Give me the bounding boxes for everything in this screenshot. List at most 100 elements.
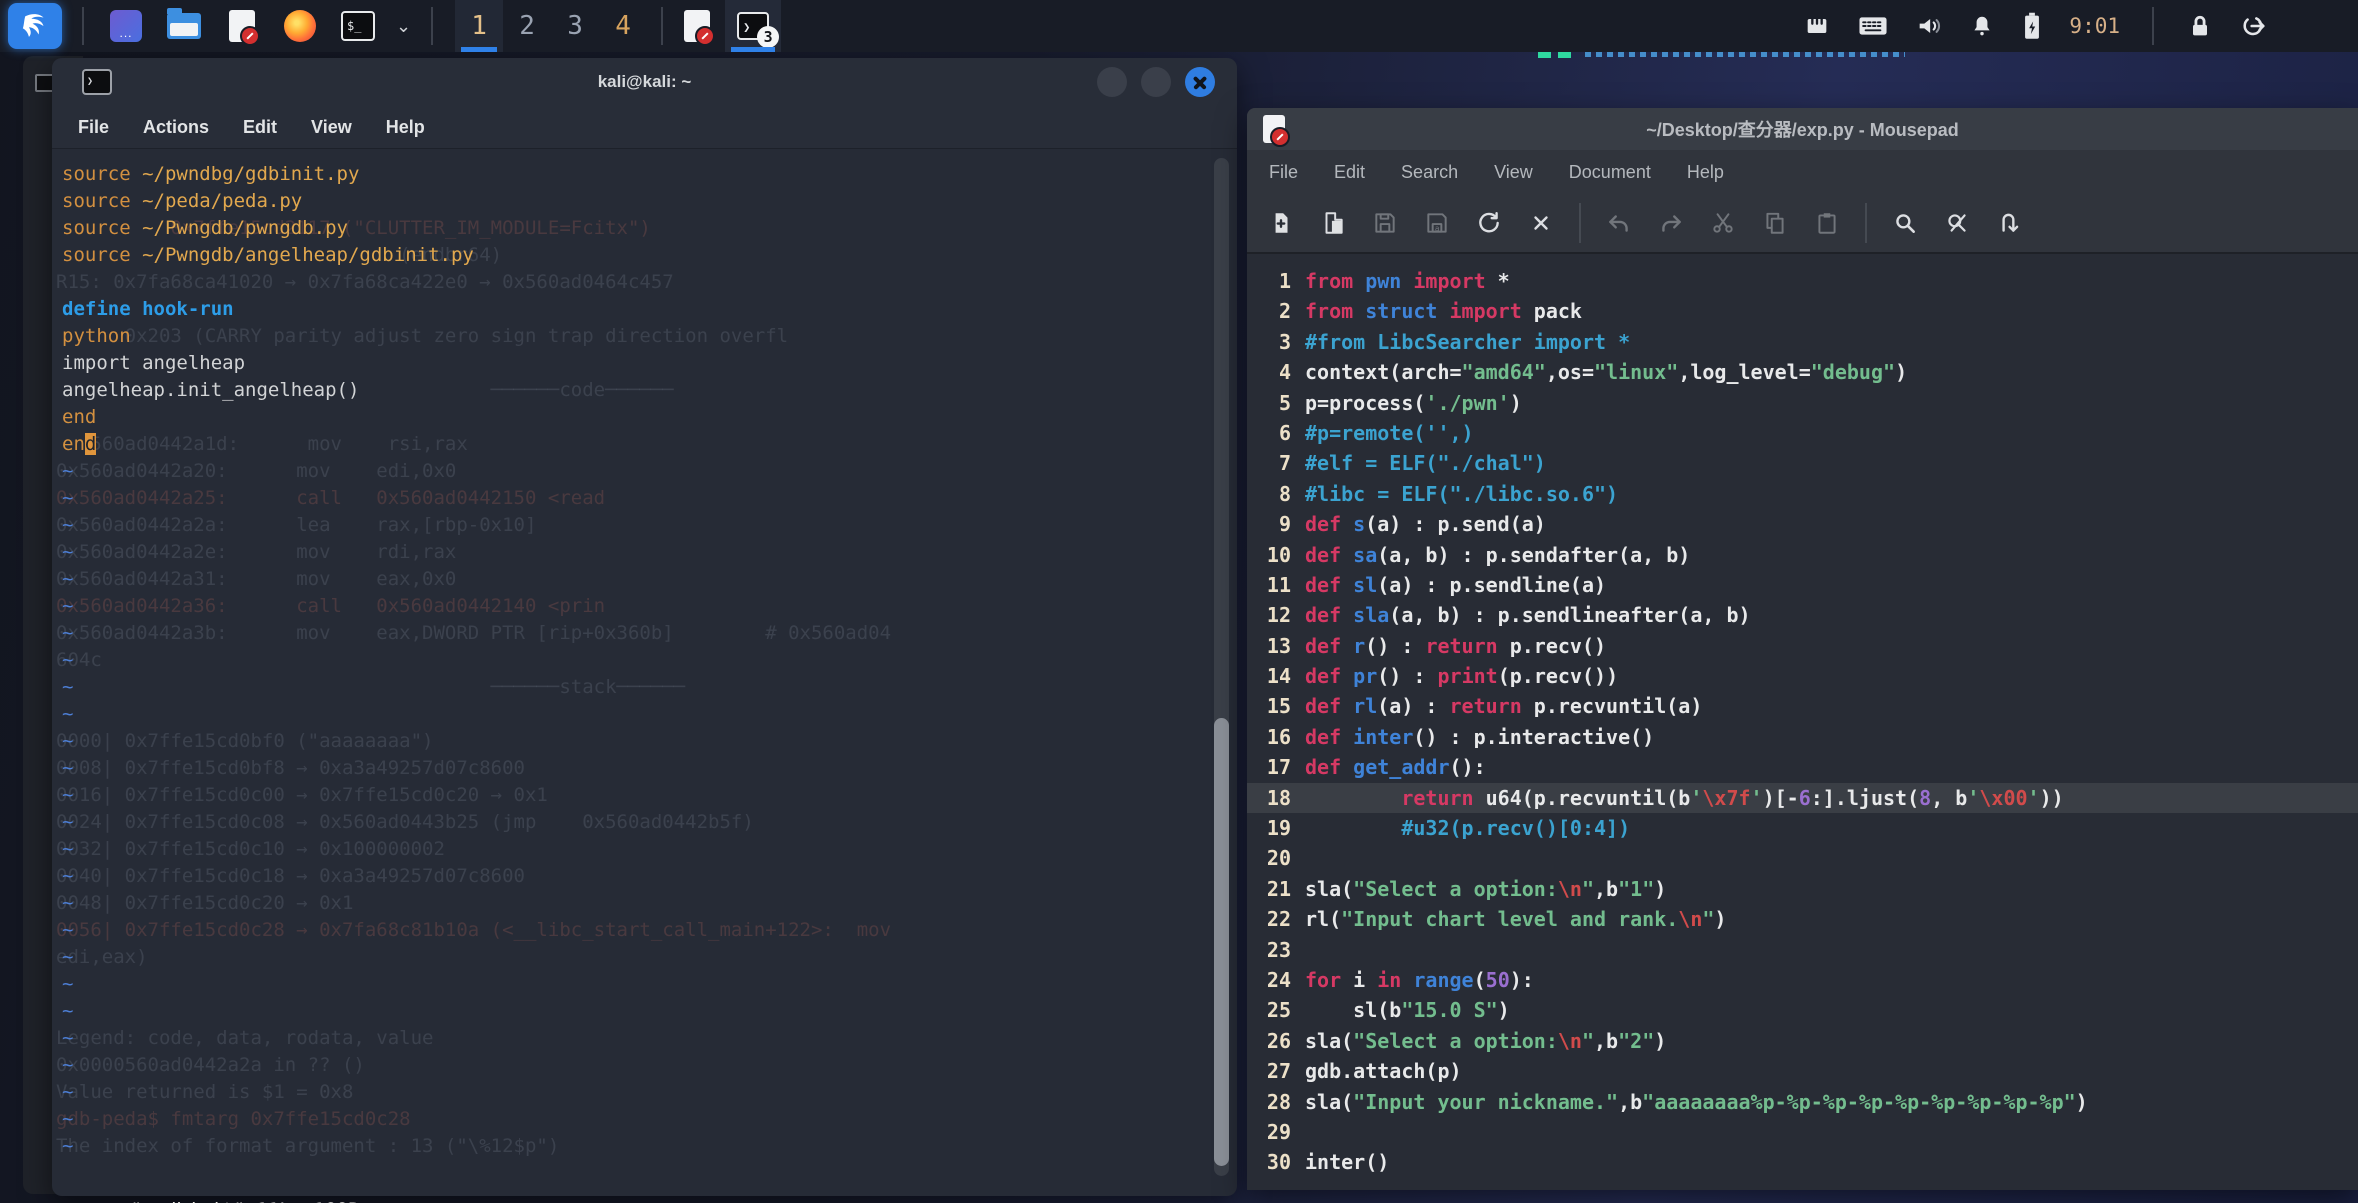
save-button[interactable]: [1363, 201, 1407, 245]
cut-button[interactable]: [1701, 201, 1745, 245]
app-grid-button[interactable]: ...: [104, 4, 148, 48]
maximize-button[interactable]: [1141, 67, 1171, 97]
undo-button[interactable]: [1597, 201, 1641, 245]
line-number: 19: [1247, 813, 1291, 843]
save-as-button[interactable]: a: [1415, 201, 1459, 245]
code-line: 30inter(): [1247, 1147, 2358, 1177]
terminal-row: ~: [62, 701, 1237, 728]
code-line: 21sla("Select a option:\n",b"1"): [1247, 874, 2358, 904]
terminal-row: 0x560ad0442a25: call 0x560ad0442150 <rea…: [62, 485, 1237, 512]
terminal-row: source ~/peda/peda.py: [62, 188, 1237, 215]
terminal-row: 0x0000560ad0442a2a in ?? ()~: [62, 1052, 1237, 1079]
line-number: 9: [1247, 509, 1291, 539]
find-replace-button[interactable]: [1935, 201, 1979, 245]
kali-logo-icon: [20, 9, 50, 43]
terminal-row: 0x560ad0442a2a: lea rax,[rbp-0x10]~: [62, 512, 1237, 539]
battery-icon[interactable]: [2021, 11, 2043, 41]
terminal-row: 0x560ad0442a36: call 0x560ad0442140 <pri…: [62, 593, 1237, 620]
notifications-bell-icon[interactable]: [1969, 12, 1995, 40]
menu-view[interactable]: View: [1494, 162, 1533, 183]
menu-edit[interactable]: Edit: [243, 117, 277, 138]
terminal-launcher-button[interactable]: $_: [336, 4, 380, 48]
code-line: 28sla("Input your nickname.",b"aaaaaaaa%…: [1247, 1087, 2358, 1117]
terminal-row: ──────stack──────~: [62, 674, 1237, 701]
chevron-down-icon[interactable]: ⌄: [396, 16, 411, 37]
vim-status-line: ".gdbinit" 11L, 188B 11,3 All: [52, 1168, 1237, 1196]
ethernet-icon[interactable]: [1803, 12, 1831, 40]
taskbar-terminal-window-button[interactable]: ❯ 3: [725, 0, 781, 52]
line-number: 16: [1247, 722, 1291, 752]
code-line: 18 return u64(p.recvuntil(b'\x7f')[-6:].…: [1247, 783, 2358, 813]
line-number: 3: [1247, 327, 1291, 357]
menu-search[interactable]: Search: [1401, 162, 1458, 183]
line-number: 28: [1247, 1087, 1291, 1117]
terminal-titlebar[interactable]: ❯ kali@kali: ~: [52, 58, 1237, 106]
terminal-row: 0x7ffe15cd2117 ("CLUTTER_IM_MODULE=Fcitx…: [62, 215, 1237, 242]
menu-file[interactable]: File: [1269, 162, 1298, 183]
mousepad-titlebar[interactable]: ~/Desktop/查分器/exp.py - Mousepad: [1247, 108, 2358, 150]
terminal-row: 0024| 0x7ffe15cd0c08 → 0x560ad0443b25 (j…: [62, 809, 1237, 836]
file-manager-button[interactable]: [162, 4, 206, 48]
terminal-window: ❯ kali@kali: ~ File Actions Edit View He…: [52, 58, 1237, 1196]
code-line: 10def sa(a, b) : p.sendafter(a, b): [1247, 540, 2358, 570]
logout-icon[interactable]: [2240, 12, 2268, 40]
terminal-row: 0032| 0x7ffe15cd0c10 → 0x100000002~: [62, 836, 1237, 863]
line-number: 29: [1247, 1117, 1291, 1147]
workspace-4-button[interactable]: 4: [599, 0, 647, 52]
menu-actions[interactable]: Actions: [143, 117, 209, 138]
menu-file[interactable]: File: [78, 117, 109, 138]
terminal-row: 0x560ad0442a3b: mov eax,DWORD PTR [rip+0…: [62, 620, 1237, 647]
line-number: 12: [1247, 600, 1291, 630]
paste-button[interactable]: [1805, 201, 1849, 245]
go-to-button[interactable]: [1987, 201, 2031, 245]
terminal-row: 0x560ad0442a20: mov edi,0x0~: [62, 458, 1237, 485]
find-button[interactable]: [1883, 201, 1927, 245]
clock[interactable]: 9:01: [2069, 14, 2120, 38]
taskbar: ... $_ ⌄ 1 2 3 4 ❯ 3 9:01: [0, 0, 2358, 52]
firefox-button[interactable]: [278, 4, 322, 48]
line-number: 7: [1247, 448, 1291, 478]
taskbar-mousepad-window-button[interactable]: [669, 0, 725, 52]
menu-help[interactable]: Help: [386, 117, 425, 138]
terminal-scrollbar[interactable]: [1214, 158, 1229, 1176]
redo-button[interactable]: [1649, 201, 1693, 245]
open-document-button[interactable]: [1311, 201, 1355, 245]
terminal-row: R15: 0x7fa68ca41020 → 0x7fa68ca422e0 → 0…: [62, 269, 1237, 296]
code-line: 5p=process('./pwn'): [1247, 388, 2358, 418]
line-number: 2: [1247, 296, 1291, 326]
volume-icon[interactable]: [1915, 12, 1943, 40]
terminal-row: ──────code──────angelheap.init_angelheap…: [62, 377, 1237, 404]
copy-button[interactable]: [1753, 201, 1797, 245]
kali-menu-button[interactable]: [8, 3, 62, 49]
menu-view[interactable]: View: [311, 117, 352, 138]
terminal-row: edi,eax)~: [62, 944, 1237, 971]
menu-help[interactable]: Help: [1687, 162, 1724, 183]
terminal-row: define hook-run: [62, 296, 1237, 323]
workspace-2-button[interactable]: 2: [503, 0, 551, 52]
close-document-button[interactable]: [1519, 201, 1563, 245]
text-editor-button[interactable]: [220, 4, 264, 48]
close-button[interactable]: [1185, 67, 1215, 97]
code-line: 1from pwn import *: [1247, 266, 2358, 296]
code-line: 6#p=remote('',): [1247, 418, 2358, 448]
text-editor-area[interactable]: 1from pwn import *2from struct import pa…: [1247, 254, 2358, 1190]
menu-document[interactable]: Document: [1569, 162, 1651, 183]
line-number: 15: [1247, 691, 1291, 721]
menu-edit[interactable]: Edit: [1334, 162, 1365, 183]
reload-button[interactable]: [1467, 201, 1511, 245]
workspace-1-button[interactable]: 1: [455, 0, 503, 52]
new-document-button[interactable]: [1259, 201, 1303, 245]
terminal-row: ~: [62, 971, 1237, 998]
line-number: 6: [1247, 418, 1291, 448]
line-number: 25: [1247, 995, 1291, 1025]
terminal-row: 0x203 (CARRY parity adjust zero sign tra…: [62, 323, 1237, 350]
terminal-row: ~: [62, 998, 1237, 1025]
minimize-button[interactable]: [1097, 67, 1127, 97]
workspace-3-button[interactable]: 3: [551, 0, 599, 52]
keyboard-layout-icon[interactable]: [1857, 12, 1889, 40]
lock-icon[interactable]: [2186, 12, 2214, 40]
vim-buffer[interactable]: source ~/pwndbg/gdbinit.pysource ~/peda/…: [52, 149, 1237, 1168]
terminal-row: 604c~: [62, 647, 1237, 674]
scrollbar-thumb[interactable]: [1214, 718, 1229, 1166]
terminal-row: import angelheap: [62, 350, 1237, 377]
